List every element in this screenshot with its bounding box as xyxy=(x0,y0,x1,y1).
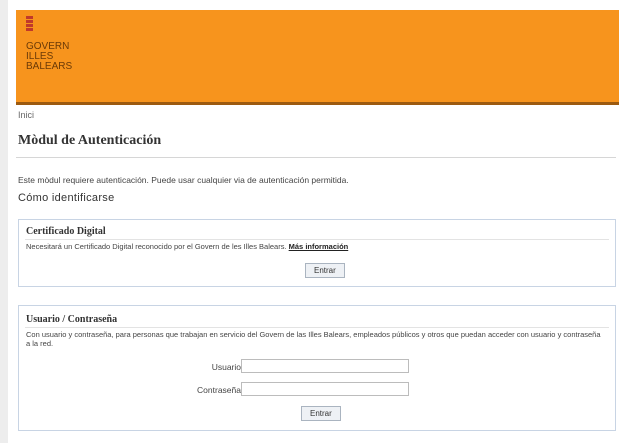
site-header: GOVERN ILLES BALEARS xyxy=(16,10,619,105)
page-title: Mòdul de Autenticación xyxy=(18,133,162,148)
certificate-panel-divider xyxy=(25,239,609,240)
password-label: Contraseña xyxy=(197,385,241,395)
certificate-description: Necesitará un Certificado Digital recono… xyxy=(26,242,348,251)
certificate-description-text: Necesitará un Certificado Digital recono… xyxy=(26,242,287,251)
title-divider xyxy=(16,157,616,158)
logo-bars-icon xyxy=(26,16,33,32)
username-row: Usuario xyxy=(19,359,617,377)
logo-text: GOVERN ILLES BALEARS xyxy=(26,42,72,72)
govern-logo[interactable]: GOVERN ILLES BALEARS xyxy=(26,16,72,72)
password-row: Contraseña xyxy=(19,382,617,400)
user-panel-title: Usuario / Contraseña xyxy=(26,314,118,325)
breadcrumb-home-link[interactable]: Inici xyxy=(18,110,34,120)
username-label: Usuario xyxy=(211,362,241,372)
more-info-link[interactable]: Más información xyxy=(289,242,349,251)
certificate-enter-button[interactable]: Entrar xyxy=(305,263,345,278)
how-to-identify-heading: Cómo identificarse xyxy=(18,192,115,204)
password-input[interactable] xyxy=(241,382,409,396)
user-panel-divider xyxy=(25,327,609,328)
user-panel-description: Con usuario y contraseña, para personas … xyxy=(26,330,601,348)
certificate-panel-title: Certificado Digital xyxy=(26,226,106,237)
intro-text: Este mòdul requiere autenticación. Puede… xyxy=(18,175,349,185)
username-password-panel: Usuario / Contraseña Con usuario y contr… xyxy=(18,305,616,431)
certificate-panel: Certificado Digital Necesitará un Certif… xyxy=(18,219,616,287)
logo-line-3: BALEARS xyxy=(26,61,73,72)
login-enter-button[interactable]: Entrar xyxy=(301,406,341,421)
left-margin-strip xyxy=(0,0,8,443)
username-input[interactable] xyxy=(241,359,409,373)
